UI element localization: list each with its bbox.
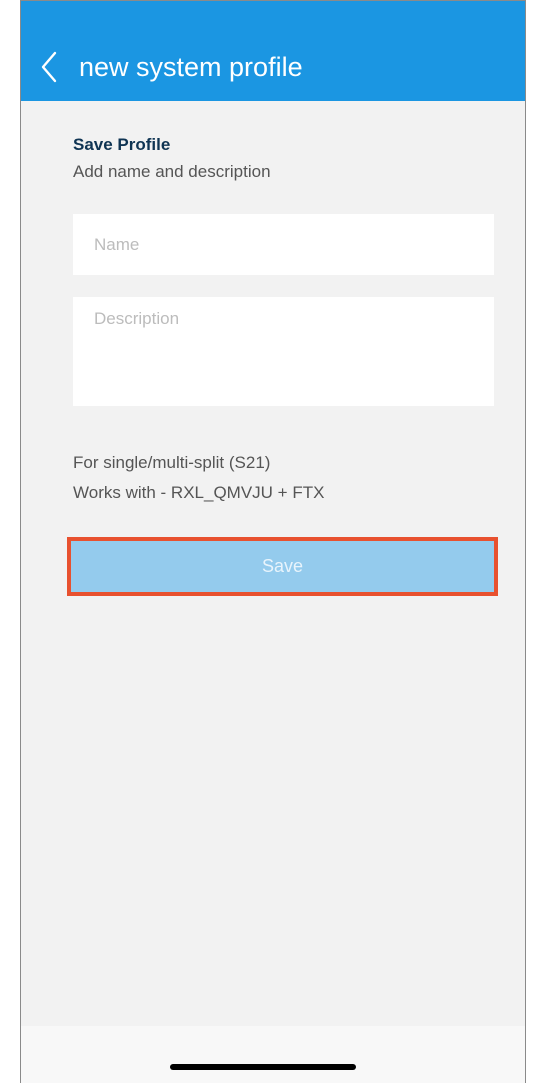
description-input[interactable] [73, 297, 494, 406]
app-screen: new system profile Save Profile Add name… [20, 0, 526, 1083]
compatibility-line-2: Works with - RXL_QMVJU + FTX [73, 483, 325, 502]
bottom-safe-area [21, 1026, 525, 1083]
section-subtitle: Add name and description [73, 162, 271, 181]
back-button[interactable] [35, 47, 63, 87]
save-button[interactable]: Save [67, 537, 498, 596]
home-indicator[interactable] [170, 1064, 356, 1070]
navigation-bar: new system profile [21, 0, 525, 101]
section-title: Save Profile [73, 135, 171, 154]
page-title: new system profile [79, 52, 303, 82]
compatibility-line-1: For single/multi-split (S21) [73, 453, 271, 472]
name-input[interactable] [73, 214, 494, 275]
chevron-left-icon [41, 51, 57, 83]
